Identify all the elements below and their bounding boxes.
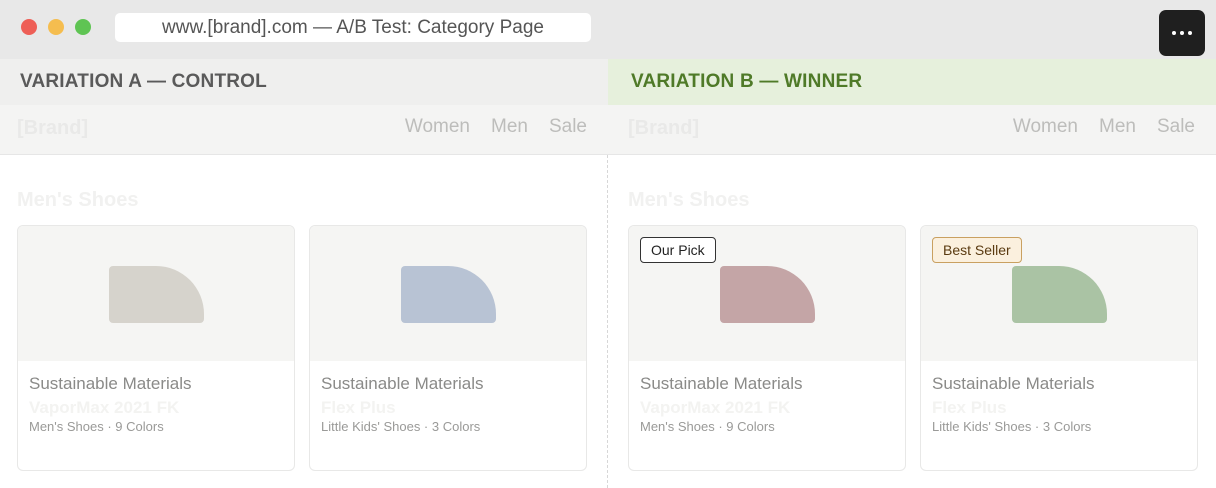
product-name[interactable]: Flex Plus [321,398,396,418]
product-card[interactable]: Sustainable Materials VaporMax 2021 FK M… [17,225,295,471]
site-nav: [Brand] Women Men Sale [608,105,1216,155]
variation-a-label: VARIATION A — CONTROL [0,59,608,105]
more-options-button[interactable] [1159,10,1205,56]
best-seller-badge: Best Seller [932,237,1022,263]
product-name[interactable]: VaporMax 2021 FK [29,398,179,418]
nav-link-women[interactable]: Women [1013,116,1078,138]
nav-link-men[interactable]: Men [491,116,528,138]
address-bar[interactable]: www.[brand].com — A/B Test: Category Pag… [115,13,591,42]
product-meta: Little Kids' Shoes · 3 Colors [321,419,481,434]
ellipsis-icon-dot [1172,31,1176,35]
product-tag: Sustainable Materials [29,374,192,393]
minimize-window-button[interactable] [48,19,64,35]
section-title: Men's Shoes [17,189,139,211]
product-card[interactable]: Sustainable Materials Flex Plus Little K… [309,225,587,471]
product-meta: Men's Shoes · 9 Colors [640,419,775,434]
window-titlebar: www.[brand].com — A/B Test: Category Pag… [0,0,1216,59]
variation-a-panel: VARIATION A — CONTROL [Brand] Women Men … [0,59,608,488]
variation-b-label: VARIATION B — WINNER [608,59,1216,105]
nav-link-women[interactable]: Women [405,116,470,138]
product-name[interactable]: VaporMax 2021 FK [640,398,790,418]
nav-links: Women Men Sale [1013,116,1195,138]
nav-link-sale[interactable]: Sale [549,116,587,138]
variation-b-panel: VARIATION B — WINNER [Brand] Women Men S… [608,59,1216,488]
brand-logo[interactable]: [Brand] [17,117,88,140]
product-image [18,226,294,361]
nav-link-sale[interactable]: Sale [1157,116,1195,138]
section-title: Men's Shoes [628,189,750,211]
shoe-swatch [720,266,815,323]
site-nav: [Brand] Women Men Sale [0,105,608,155]
nav-link-men[interactable]: Men [1099,116,1136,138]
product-image: Our Pick [629,226,905,361]
product-image: Best Seller [921,226,1197,361]
product-card[interactable]: Best Seller Sustainable Materials Flex P… [920,225,1198,471]
shoe-swatch [401,266,496,323]
product-name[interactable]: Flex Plus [932,398,1007,418]
shoe-swatch [1012,266,1107,323]
product-meta: Little Kids' Shoes · 3 Colors [932,419,1092,434]
ellipsis-icon-dot [1188,31,1192,35]
product-meta: Men's Shoes · 9 Colors [29,419,164,434]
product-card[interactable]: Our Pick Sustainable Materials VaporMax … [628,225,906,471]
nav-links: Women Men Sale [405,116,587,138]
maximize-window-button[interactable] [75,19,91,35]
ellipsis-icon-dot [1180,31,1184,35]
shoe-swatch [109,266,204,323]
brand-logo[interactable]: [Brand] [628,117,699,140]
our-pick-badge: Our Pick [640,237,716,263]
product-tag: Sustainable Materials [932,374,1095,393]
product-tag: Sustainable Materials [321,374,484,393]
product-tag: Sustainable Materials [640,374,803,393]
close-window-button[interactable] [21,19,37,35]
product-image [310,226,586,361]
address-bar-text: www.[brand].com — A/B Test: Category Pag… [162,16,544,38]
